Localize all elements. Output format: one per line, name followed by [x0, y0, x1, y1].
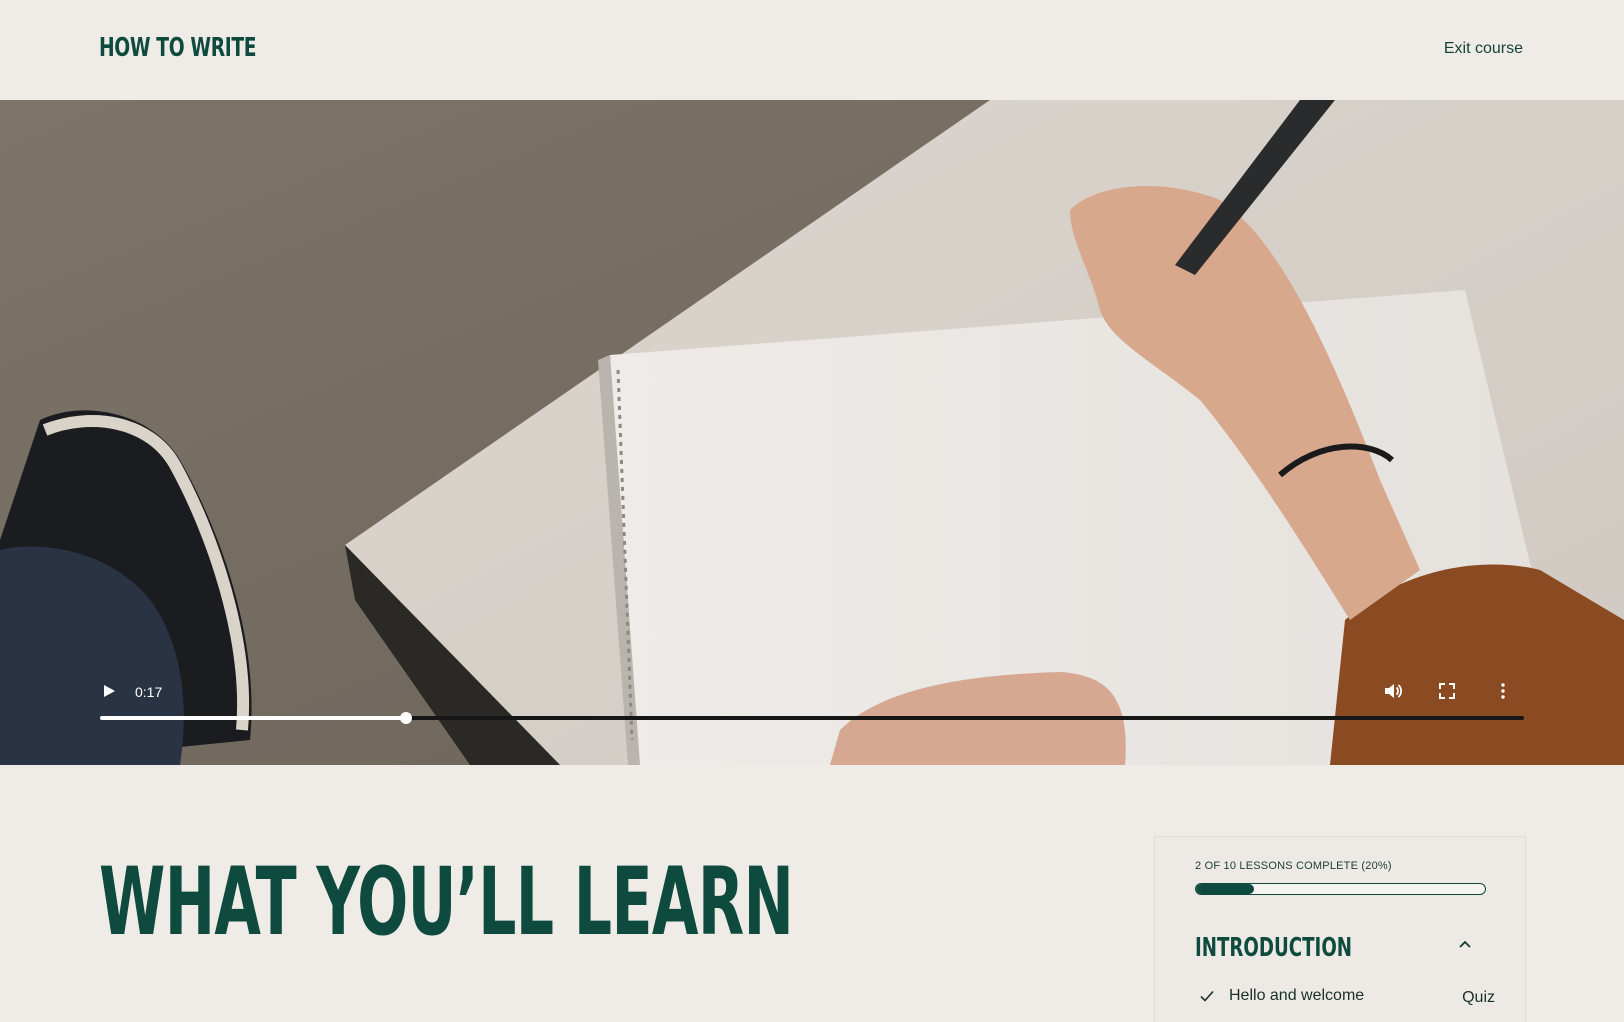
course-outline-panel: 2 of 10 lessons complete (20%) INTRODUCT… [1154, 836, 1526, 1022]
course-brand-title[interactable]: HOW TO WRITE [99, 33, 257, 63]
section-collapse-toggle[interactable] [1453, 933, 1477, 957]
lesson-item[interactable]: Hello and welcome Quiz [1195, 985, 1495, 1011]
volume-button[interactable] [1382, 680, 1404, 702]
top-bar: HOW TO WRITE Exit course [0, 0, 1624, 100]
video-seek-progress [100, 716, 407, 720]
play-icon [104, 685, 115, 697]
play-button[interactable] [101, 683, 119, 701]
section-title-introduction[interactable]: INTRODUCTION [1195, 933, 1352, 963]
video-current-time: 0:17 [135, 684, 163, 700]
fullscreen-button[interactable] [1436, 680, 1458, 702]
exit-course-link[interactable]: Exit course [1444, 40, 1523, 58]
lessons-progress-label: 2 of 10 lessons complete (20%) [1195, 860, 1392, 872]
lesson-title: Hello and welcome [1229, 987, 1365, 1004]
page-title: WHAT YOU’LL LEARN [99, 848, 794, 957]
chevron-up-icon [1459, 940, 1471, 948]
video-frame [0, 100, 1624, 765]
video-seek-bar[interactable] [100, 712, 1524, 724]
lesson-type-label: Quiz [1462, 989, 1495, 1006]
more-options-button[interactable] [1492, 680, 1514, 702]
video-player[interactable]: 0:17 [0, 100, 1624, 765]
lessons-progress-fill [1196, 884, 1254, 894]
volume-icon [1385, 684, 1403, 698]
fullscreen-icon [1439, 683, 1455, 699]
more-vertical-icon [1501, 683, 1505, 699]
lessons-progress-bar [1195, 883, 1486, 895]
check-icon [1200, 990, 1214, 1002]
